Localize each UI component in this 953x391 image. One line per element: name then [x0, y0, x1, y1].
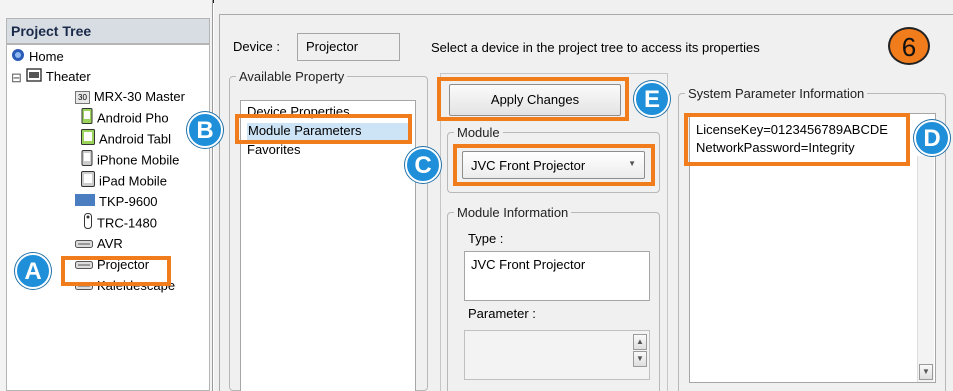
device-label: Device : — [233, 39, 280, 54]
parameter-label: Parameter : — [468, 306, 536, 321]
tree-item-label: Android Pho — [97, 110, 169, 126]
tree-item-iphone[interactable]: iPhone Mobile — [81, 150, 179, 170]
tree-item-label: MRX-30 Master — [93, 89, 185, 104]
callout-badge-a: A — [15, 253, 51, 289]
vertical-scrollbar[interactable]: ▼ — [917, 156, 934, 382]
callout-badge-d: D — [914, 120, 950, 156]
tree-item-label: Android Tabl — [99, 131, 172, 147]
module-legend: Module — [457, 125, 500, 140]
tree-item-home[interactable]: Home — [11, 47, 64, 67]
type-field: JVC Front Projector — [464, 251, 650, 301]
tree-item-label: iPad Mobile — [99, 173, 167, 189]
list-item-favorites[interactable]: Favorites — [247, 142, 300, 157]
theater-icon — [26, 67, 42, 88]
module-information-legend: Module Information — [457, 205, 569, 220]
tree-item-tkp[interactable]: TKP-9600 — [75, 192, 158, 212]
available-property-legend: Available Property — [239, 69, 345, 84]
system-parameter-legend: System Parameter Information — [688, 86, 865, 101]
device-hint: Select a device in the project tree to a… — [431, 40, 760, 55]
tree-item-android-tablet[interactable]: Android Tabl — [81, 129, 171, 149]
tree-item-avr[interactable]: AVR — [75, 234, 123, 254]
callout-badge-c: C — [405, 147, 441, 183]
tree-item-mrx[interactable]: 30 MRX-30 Master — [75, 87, 185, 107]
touchpanel-icon — [75, 193, 95, 213]
av-device-icon — [75, 235, 93, 255]
callout-box-b — [235, 114, 412, 144]
tree-item-ipad[interactable]: iPad Mobile — [81, 171, 167, 191]
tree-item-theater[interactable]: ⊟ Theater — [11, 67, 91, 87]
spinner-up-button[interactable]: ▲ — [633, 334, 647, 350]
spinner-down-button[interactable]: ▼ — [633, 351, 647, 367]
tree-item-label: iPhone Mobile — [97, 152, 180, 168]
callout-box-d — [684, 113, 910, 166]
iphone-icon — [81, 150, 93, 172]
collapse-icon[interactable]: ⊟ — [11, 68, 22, 88]
callout-box-a — [61, 256, 171, 286]
tree-item-label: AVR — [97, 236, 123, 251]
device-field: Projector — [297, 33, 400, 61]
project-tree[interactable]: Home ⊟ Theater 30 MRX-30 Master Android P… — [6, 44, 210, 391]
scroll-down-button[interactable]: ▼ — [919, 364, 933, 380]
tree-item-trc[interactable]: TRC-1480 — [83, 213, 157, 233]
home-icon — [11, 48, 25, 68]
tree-item-label: TKP-9600 — [99, 194, 158, 209]
type-label: Type : — [468, 231, 504, 246]
android-tablet-icon — [81, 129, 95, 151]
tree-item-label: TRC-1480 — [97, 215, 157, 231]
remote-icon — [83, 213, 93, 235]
mrx-icon: 30 — [75, 91, 90, 105]
callout-badge-e: E — [634, 81, 670, 117]
tree-item-label: Home — [29, 49, 64, 64]
callout-badge-b: B — [187, 112, 223, 148]
project-tree-title: Project Tree — [6, 18, 210, 44]
parameter-field[interactable]: ▲ ▼ — [464, 330, 650, 380]
android-phone-icon — [81, 108, 93, 130]
callout-box-c — [453, 144, 655, 186]
ipad-icon — [81, 171, 95, 193]
callout-box-e — [437, 77, 629, 121]
tree-item-label: Theater — [45, 69, 91, 84]
step-number-badge: 6 — [888, 27, 930, 65]
tree-item-android-phone[interactable]: Android Pho — [81, 108, 169, 128]
